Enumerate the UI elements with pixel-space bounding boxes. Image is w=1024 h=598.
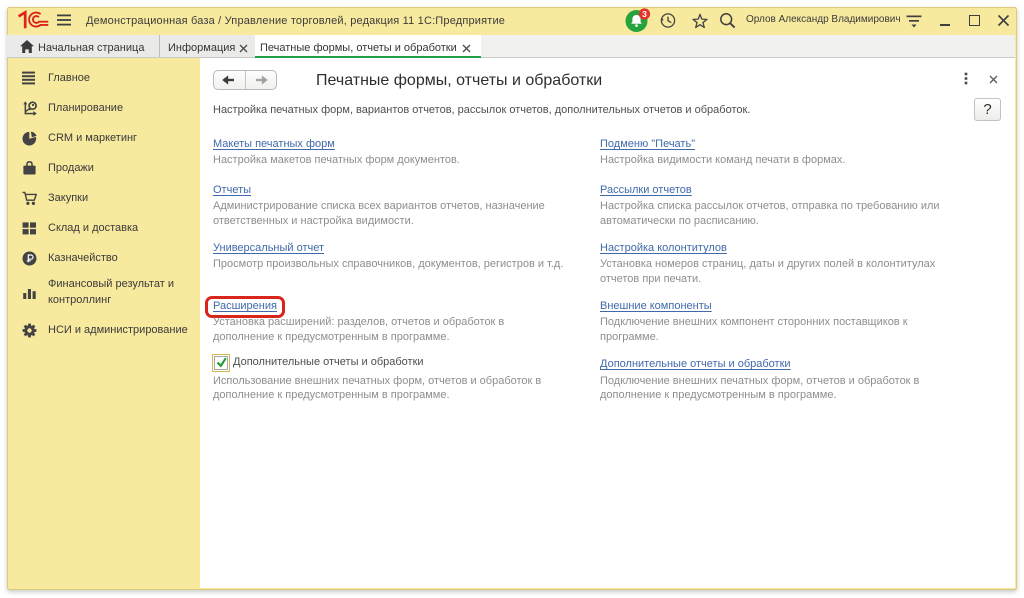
svg-text:3: 3 [642, 9, 647, 19]
